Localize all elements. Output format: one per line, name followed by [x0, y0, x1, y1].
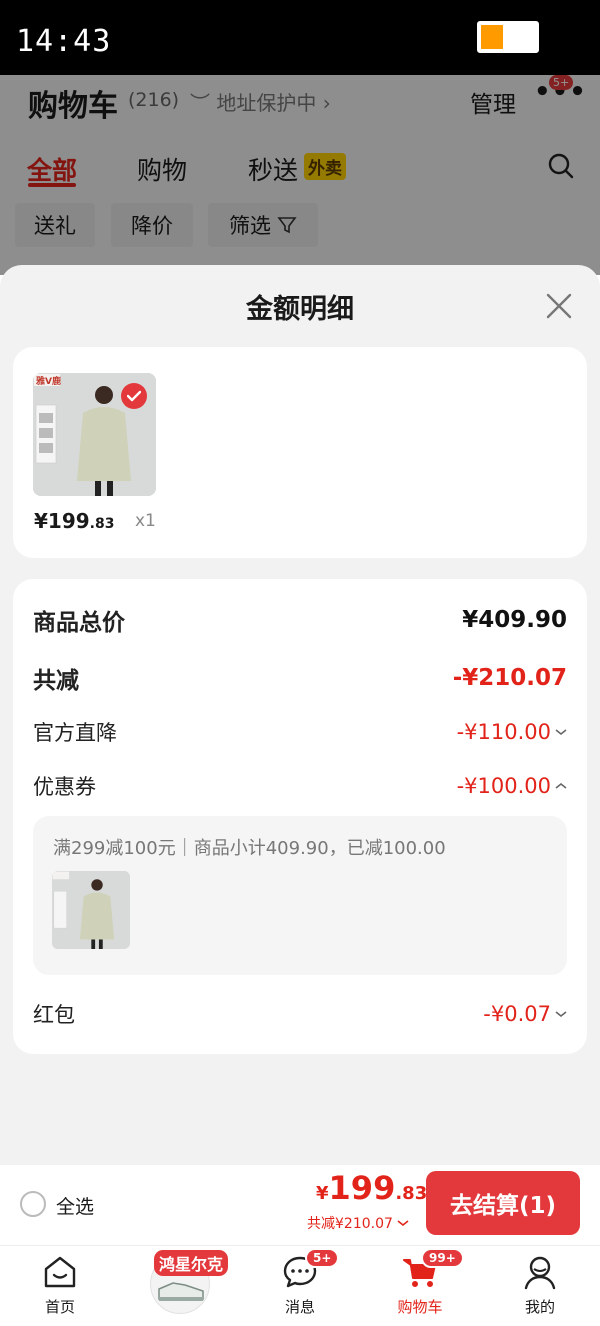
checkout-bar: 全选 ¥199.83 共减¥210.07 去结算(1)	[0, 1165, 600, 1245]
coupon-amount: -¥100.00	[457, 774, 567, 798]
total-dec: .83	[395, 1183, 428, 1204]
checkout-button[interactable]: 去结算(1)	[426, 1171, 580, 1235]
red-packet-amount: -¥0.07	[483, 1002, 567, 1026]
nav-home[interactable]: 首页	[5, 1246, 115, 1326]
battery-icon	[477, 21, 539, 53]
status-time: 14:43	[16, 24, 112, 59]
status-bar: 14:43	[0, 0, 600, 75]
product-image[interactable]: 雅V鹿	[33, 373, 156, 496]
close-icon[interactable]	[540, 287, 578, 325]
currency-symbol: ¥	[316, 1183, 329, 1204]
nav-messages-label: 消息	[284, 1298, 315, 1316]
discount-value: -¥210.07	[452, 665, 567, 691]
sheet-title: 金额明细	[246, 294, 354, 325]
chevron-down-icon	[555, 729, 567, 736]
coupon-product-thumb[interactable]	[52, 871, 130, 949]
official-discount-amount: -¥110.00	[457, 720, 567, 744]
svg-text:雅V鹿: 雅V鹿	[35, 375, 61, 387]
official-discount-row[interactable]: 官方直降 -¥110.00	[33, 717, 567, 747]
chevron-down-icon	[397, 1220, 409, 1227]
nav-cart-label: 购物车	[397, 1298, 443, 1316]
breakdown-card: 商品总价 ¥409.90 共减 -¥210.07 官方直降 -¥110.00 优…	[13, 579, 587, 1054]
coupon-value: -¥100.00	[456, 774, 551, 798]
total-price-row: 商品总价 ¥409.90	[33, 603, 567, 637]
overlay-dim[interactable]	[0, 75, 600, 275]
nav-profile-label: 我的	[524, 1298, 555, 1316]
red-packet-value: -¥0.07	[483, 1002, 551, 1026]
official-discount-label: 官方直降	[33, 721, 117, 745]
total-price-label: 商品总价	[33, 610, 125, 636]
product-price-dec: .83	[89, 516, 115, 532]
nav-cart[interactable]: 99+ 购物车	[365, 1246, 475, 1326]
coupon-product-photo	[52, 871, 130, 949]
product-price: ¥199.83	[34, 509, 114, 533]
nav-messages[interactable]: 5+ 消息	[245, 1246, 355, 1326]
home-icon	[44, 1256, 76, 1288]
coupon-detail-text: 满299减100元｜商品小计409.90，已减100.00	[53, 838, 446, 859]
coupon-label: 优惠券	[33, 775, 96, 799]
profile-icon	[524, 1256, 556, 1290]
select-all-radio[interactable]	[20, 1191, 46, 1217]
nav-profile[interactable]: 我的	[485, 1246, 595, 1326]
bottom-nav: 首页 鸿星尔克 5+ 消息 99+ 购物车 我的	[0, 1245, 600, 1326]
product-card: 雅V鹿 ¥199.83 x1	[13, 347, 587, 558]
messages-badge: 5+	[305, 1248, 340, 1268]
total-price-value: ¥409.90	[462, 607, 567, 633]
chevron-down-icon	[555, 1011, 567, 1018]
coupon-row[interactable]: 优惠券 -¥100.00	[33, 771, 567, 801]
product-price-int: ¥199	[34, 509, 90, 533]
discount-row: 共减 -¥210.07	[33, 661, 567, 695]
coupon-detail-box: 满299减100元｜商品小计409.90，已减100.00	[33, 816, 567, 975]
chevron-up-icon	[555, 782, 567, 789]
discount-label: 共减	[33, 668, 79, 694]
cart-badge: 99+	[421, 1248, 464, 1268]
product-qty: x1	[135, 511, 156, 531]
saved-amount[interactable]: 共减¥210.07	[307, 1213, 409, 1233]
select-all-label[interactable]: 全选	[56, 1192, 94, 1219]
official-discount-value: -¥110.00	[456, 720, 551, 744]
total-int: 199	[328, 1169, 396, 1207]
saved-amount-label: 共减¥210.07	[307, 1216, 393, 1232]
red-packet-label: 红包	[33, 1003, 75, 1027]
red-packet-row[interactable]: 红包 -¥0.07	[33, 999, 567, 1029]
amount-detail-sheet: 金额明细 雅V鹿 ¥199.83 x1 商品总价 ¥409.90 共减 -¥21…	[0, 265, 600, 1165]
selected-check-icon[interactable]	[121, 383, 147, 409]
nav-home-label: 首页	[44, 1298, 75, 1316]
promo-tag: 鸿星尔克	[154, 1250, 229, 1276]
checkout-total: ¥199.83	[316, 1169, 427, 1207]
